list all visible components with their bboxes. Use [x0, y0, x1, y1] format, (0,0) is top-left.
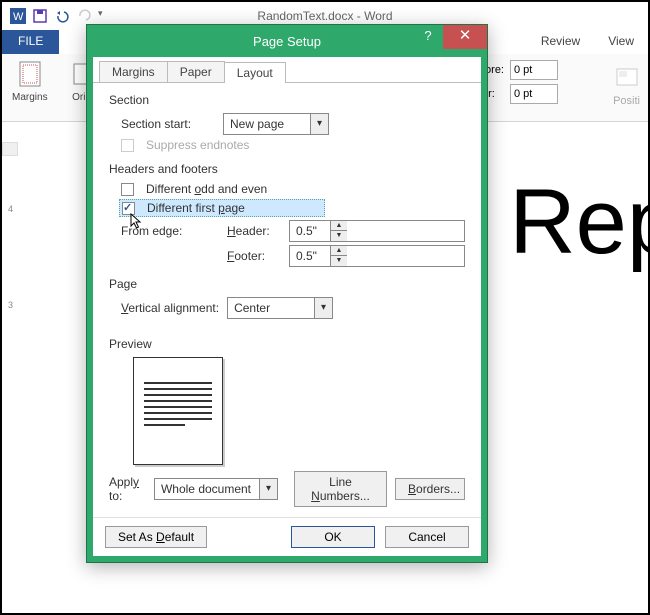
suppress-endnotes-checkbox [121, 139, 134, 152]
word-icon: W [10, 8, 26, 24]
different-odd-even-checkbox[interactable] [121, 183, 134, 196]
cancel-button[interactable]: Cancel [385, 526, 469, 548]
header-spinner[interactable]: 0.5" ▲▼ [289, 220, 465, 242]
tab-review[interactable]: Review [527, 30, 594, 54]
spacing-group: efore: fter: [476, 60, 558, 104]
header-value: 0.5" [290, 221, 330, 241]
position-button[interactable]: Positi [613, 66, 640, 107]
spin-up-icon[interactable]: ▲ [331, 246, 347, 256]
page-heading: Page [109, 277, 465, 291]
header-label: Header: [227, 224, 283, 238]
headers-footers-heading: Headers and footers [109, 162, 465, 176]
dialog-titlebar[interactable]: Page Setup ? ✕ [87, 25, 487, 57]
qat-customize-icon[interactable]: ▾ [98, 8, 114, 24]
chevron-down-icon: ▾ [310, 114, 328, 134]
redo-icon[interactable] [76, 8, 92, 24]
preview-heading: Preview [109, 337, 465, 351]
preview-thumbnail [133, 357, 223, 465]
help-button[interactable]: ? [413, 25, 443, 49]
section-heading: Section [109, 93, 465, 107]
vertical-alignment-combo[interactable]: Center ▾ [227, 297, 333, 319]
close-button[interactable]: ✕ [443, 25, 487, 49]
window-title: RandomText.docx - Word [257, 9, 392, 23]
footer-value: 0.5" [290, 246, 330, 266]
different-first-page-label: Different first page [147, 201, 245, 215]
margins-icon [16, 60, 44, 90]
undo-icon[interactable] [54, 8, 70, 24]
chevron-down-icon: ▾ [259, 479, 277, 499]
tab-margins[interactable]: Margins [99, 61, 168, 82]
set-as-default-button[interactable]: Set As Default [105, 526, 207, 548]
margins-label: Margins [12, 92, 48, 103]
spacing-after-input[interactable] [510, 84, 558, 104]
spacing-before-input[interactable] [510, 60, 558, 80]
section-start-value: New page [224, 117, 310, 131]
spin-down-icon[interactable]: ▼ [331, 231, 347, 241]
svg-text:W: W [13, 11, 24, 23]
vertical-alignment-label: Vertical alignment: [121, 301, 219, 315]
vertical-ruler: 43 [2, 142, 24, 613]
ok-button[interactable]: OK [291, 526, 375, 548]
tab-view[interactable]: View [594, 30, 648, 54]
position-icon [614, 66, 640, 92]
section-start-combo[interactable]: New page ▾ [223, 113, 329, 135]
margins-button[interactable]: Margins [6, 58, 54, 117]
page-setup-dialog: Page Setup ? ✕ Margins Paper Layout Sect… [86, 24, 488, 563]
vertical-alignment-value: Center [228, 301, 314, 315]
spin-down-icon[interactable]: ▼ [331, 256, 347, 266]
footer-label: Footer: [227, 249, 283, 263]
apply-to-combo[interactable]: Whole document ▾ [154, 478, 278, 500]
suppress-endnotes-label: Suppress endnotes [146, 138, 249, 152]
footer-spinner[interactable]: 0.5" ▲▼ [289, 245, 465, 267]
tab-paper[interactable]: Paper [167, 61, 225, 82]
dialog-tabs: Margins Paper Layout [93, 57, 481, 83]
chevron-down-icon: ▾ [314, 298, 332, 318]
spin-up-icon[interactable]: ▲ [331, 221, 347, 231]
file-tab[interactable]: FILE [2, 30, 59, 54]
borders-button[interactable]: Borders... [395, 478, 465, 500]
position-label: Positi [613, 95, 640, 107]
different-first-page-checkbox[interactable] [122, 202, 135, 215]
section-start-label: Section start: [121, 117, 215, 131]
apply-to-label: Apply to: [109, 475, 146, 503]
apply-to-value: Whole document [155, 482, 259, 496]
tab-layout[interactable]: Layout [224, 62, 286, 83]
save-icon[interactable] [32, 8, 48, 24]
from-edge-label: From edge: [121, 224, 221, 238]
different-odd-even-label: Different odd and even [146, 182, 267, 196]
dialog-title: Page Setup [253, 34, 321, 49]
quick-access-toolbar: W ▾ [2, 8, 114, 24]
line-numbers-button[interactable]: Line Numbers... [294, 471, 387, 507]
